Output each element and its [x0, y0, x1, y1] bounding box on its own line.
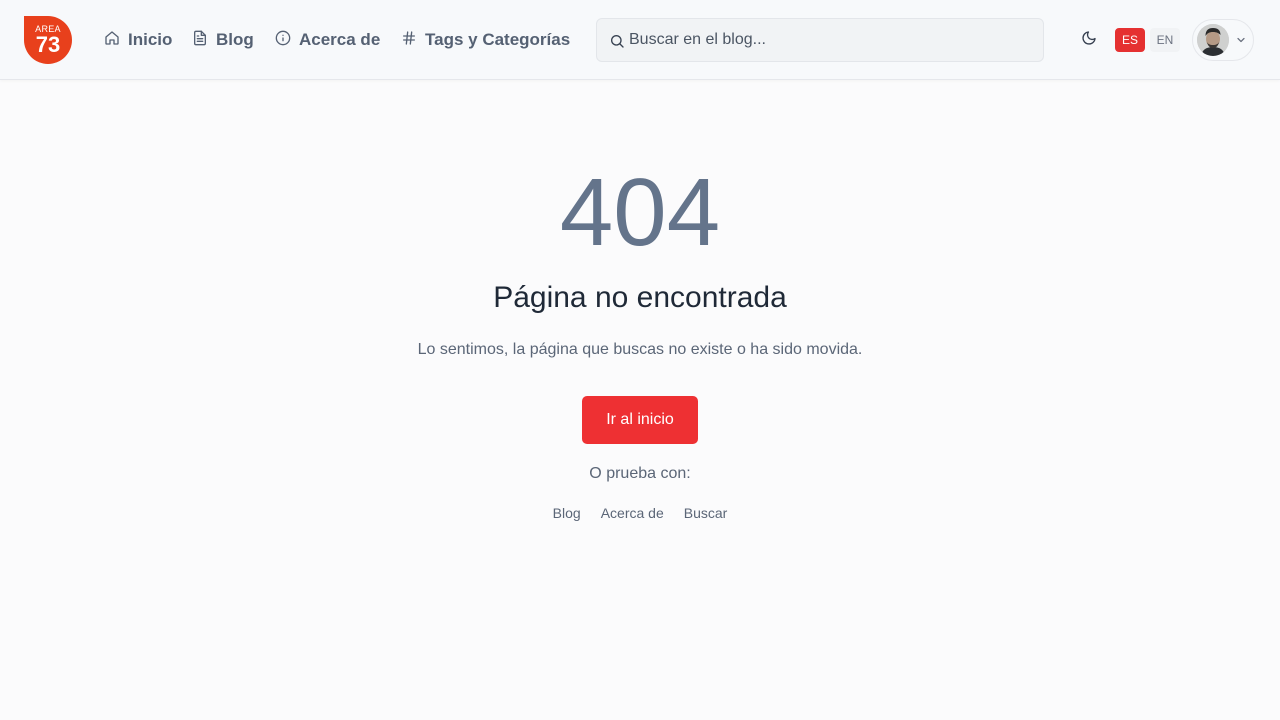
info-icon [275, 30, 291, 51]
nav-label: Tags y Categorías [425, 30, 571, 49]
link-buscar[interactable]: Buscar [684, 505, 728, 521]
go-home-button[interactable]: Ir al inicio [582, 396, 698, 444]
site-header: AREA 73 Inicio Blog Acerca de Tags y Cat… [0, 0, 1280, 80]
page-title: Página no encontrada [493, 281, 787, 314]
nav-label: Inicio [128, 30, 173, 49]
nav-label: Blog [216, 30, 254, 49]
home-icon [104, 30, 120, 51]
language-es-button[interactable]: ES [1115, 28, 1145, 52]
link-acerca-de[interactable]: Acerca de [601, 505, 664, 521]
hash-icon [401, 30, 417, 51]
nav-label: Acerca de [299, 30, 381, 49]
search-input[interactable] [629, 27, 1029, 53]
nav-item-inicio[interactable]: Inicio [104, 28, 172, 52]
nav-item-tags-categorias[interactable]: Tags y Categorías [401, 28, 570, 52]
try-label: O prueba con: [589, 465, 691, 482]
search-box [596, 18, 1044, 62]
suggested-links: Blog Acerca de Buscar [0, 505, 1280, 521]
moon-icon [1081, 30, 1097, 51]
nav-item-blog[interactable]: Blog [192, 28, 254, 52]
error-code: 404 [559, 159, 721, 266]
error-description: Lo sentimos, la página que buscas no exi… [417, 341, 863, 358]
nav-item-acerca-de[interactable]: Acerca de [275, 28, 380, 52]
logo-text-number: 73 [35, 32, 61, 57]
user-menu-button[interactable] [1192, 19, 1254, 61]
language-en-button[interactable]: EN [1150, 28, 1180, 52]
theme-toggle-button[interactable] [1077, 28, 1101, 52]
site-logo[interactable]: AREA 73 [24, 16, 72, 64]
link-blog[interactable]: Blog [553, 505, 581, 521]
avatar [1197, 24, 1229, 56]
document-icon [192, 30, 208, 51]
